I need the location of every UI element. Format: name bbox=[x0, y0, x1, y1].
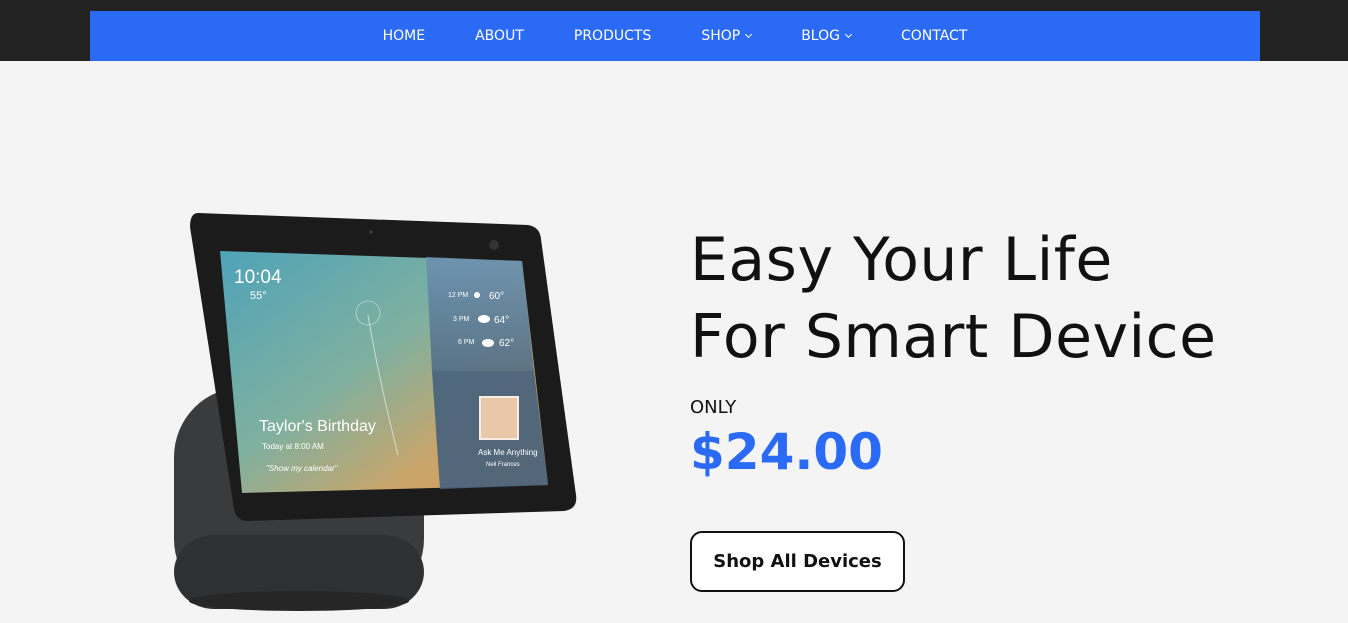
headline-line-1: Easy Your Life bbox=[690, 225, 1113, 295]
shop-all-devices-button[interactable]: Shop All Devices bbox=[690, 531, 905, 592]
album-thumbnail bbox=[479, 396, 519, 440]
nav-contact-label: CONTACT bbox=[900, 28, 968, 44]
cloud-icon bbox=[482, 339, 494, 347]
svg-text:12 PM: 12 PM bbox=[448, 292, 468, 299]
chevron-down-icon bbox=[844, 30, 853, 39]
nav-products-label: PRODUCTS bbox=[573, 28, 652, 44]
cloud-icon bbox=[478, 315, 490, 323]
svg-text:64°: 64° bbox=[494, 315, 509, 326]
nav-blog-label: BLOG bbox=[801, 28, 840, 44]
price: $24.00 bbox=[690, 423, 883, 481]
screen-event-time: Today at 8:00 AM bbox=[262, 442, 324, 451]
nav-about-label: ABOUT bbox=[475, 28, 524, 44]
sun-icon bbox=[474, 292, 480, 298]
screen-temp: 55° bbox=[250, 290, 267, 302]
svg-text:6 PM: 6 PM bbox=[458, 339, 475, 346]
screen-time: 10:04 bbox=[234, 267, 282, 288]
shop-all-devices-label: Shop All Devices bbox=[713, 551, 882, 572]
svg-text:62°: 62° bbox=[499, 338, 514, 349]
screen-tile-author: Neil Frances bbox=[486, 462, 520, 468]
svg-text:3 PM: 3 PM bbox=[453, 316, 470, 323]
nav-contact[interactable]: CONTACT bbox=[901, 28, 967, 44]
nav-blog[interactable]: BLOG bbox=[801, 28, 853, 44]
nav-shop[interactable]: SHOP bbox=[701, 28, 753, 44]
nav-home[interactable]: HOME bbox=[383, 28, 425, 44]
screen-tile-title: Ask Me Anything bbox=[478, 448, 538, 457]
screen-event-hint: "Show my calendar" bbox=[266, 464, 339, 473]
nav-home-label: HOME bbox=[382, 28, 426, 44]
nav-products[interactable]: PRODUCTS bbox=[574, 28, 651, 44]
nav-shop-label: SHOP bbox=[701, 28, 741, 44]
svg-text:60°: 60° bbox=[489, 291, 504, 302]
nav-about[interactable]: ABOUT bbox=[475, 28, 524, 44]
headline-line-2: For Smart Device bbox=[690, 302, 1217, 372]
main-nav: HOME ABOUT PRODUCTS SHOP BLOG CONTACT bbox=[90, 11, 1260, 61]
hero-headline: Easy Your Life For Smart Device bbox=[690, 222, 1310, 376]
smart-display-image: 10:04 55° 12 PM 3 PM 6 PM 60° 64° 62° Ta… bbox=[174, 213, 577, 611]
only-label: ONLY bbox=[690, 397, 737, 418]
screen-event-title: Taylor's Birthday bbox=[259, 418, 376, 435]
chevron-down-icon bbox=[745, 30, 753, 39]
